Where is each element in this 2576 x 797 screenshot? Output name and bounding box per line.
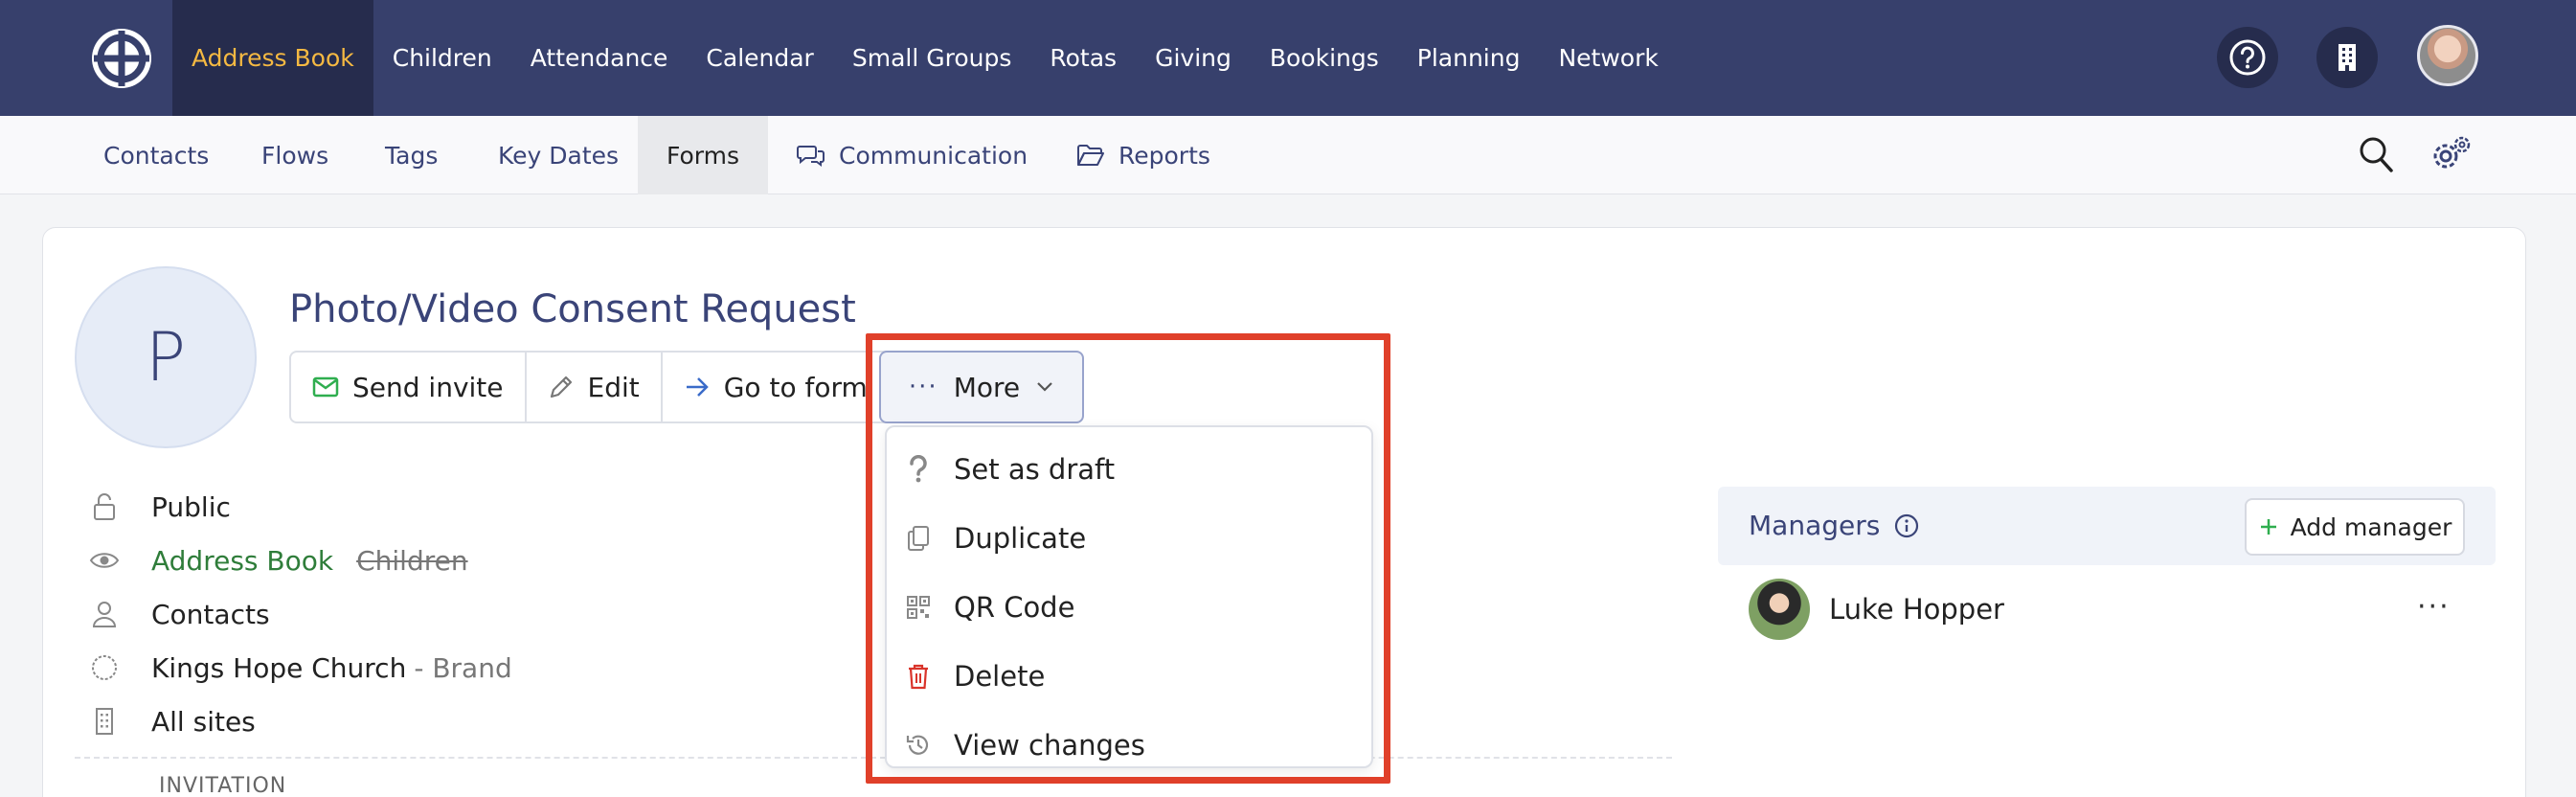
folder-icon [1077,145,1104,166]
go-to-form-button[interactable]: Go to form [663,353,889,421]
manager-more-icon[interactable]: ··· [2417,590,2451,624]
brand-row: Kings Hope Church - Brand [88,651,512,684]
managers-heading-text: Managers [1749,510,1881,541]
subnav-flows[interactable]: Flows [233,116,357,194]
edit-button[interactable]: Edit [527,353,663,421]
subnav-forms[interactable]: Forms [638,116,768,194]
invitation-heading: INVITATION [159,774,287,797]
user-avatar[interactable] [2417,25,2478,86]
send-invite-button[interactable]: Send invite [291,353,527,421]
envelope-icon [312,376,339,398]
help-icon [2229,39,2266,76]
plus-icon [2260,519,2276,535]
subnav-key-dates[interactable]: Key Dates [469,116,647,194]
add-manager-label: Add manager [2290,512,2452,541]
subnav-communication-label: Communication [839,141,1028,170]
subnav-contacts[interactable]: Contacts [75,116,237,194]
nav-bookings[interactable]: Bookings [1251,0,1398,116]
subnav-reports-label: Reports [1119,141,1210,170]
add-manager-button[interactable]: Add manager [2245,498,2465,556]
subnav-communication[interactable]: Communication [768,116,1056,194]
audience-row: Contacts [88,598,270,630]
top-navigation: Address Book Children Attendance Calenda… [0,0,2576,116]
subnav-reports[interactable]: Reports [1048,116,1239,194]
organisation-button[interactable] [2316,27,2378,88]
visibility-row: Public [88,490,231,523]
sites-value: All sites [151,705,256,738]
go-to-form-label: Go to form [723,371,868,403]
unlock-icon [94,493,115,520]
nav-small-groups[interactable]: Small Groups [833,0,1031,116]
page-title: Photo/Video Consent Request [289,287,856,331]
person-icon [92,602,117,627]
building-icon [2339,44,2356,71]
brand-name: Kings Hope Church [151,651,407,684]
subnav-tags[interactable]: Tags [356,116,466,194]
modules-row: Address Book Children [88,544,468,577]
nav-planning[interactable]: Planning [1398,0,1540,116]
brand-suffix: - Brand [414,651,512,684]
building-icon [96,708,113,735]
module-children: Children [356,544,468,577]
module-address-book: Address Book [151,544,334,577]
app-logo-icon[interactable] [90,27,153,90]
arrow-right-icon [686,377,709,397]
send-invite-label: Send invite [352,371,504,403]
edit-label: Edit [587,371,640,403]
highlight-box [866,333,1390,784]
form-avatar: P [75,266,257,448]
pencil-icon [550,376,572,398]
help-button[interactable] [2217,27,2278,88]
chat-bubbles-icon [797,146,825,167]
brand-badge-icon [92,655,117,680]
search-icon[interactable] [2358,135,2394,173]
manager-avatar [1749,579,1810,640]
nav-giving[interactable]: Giving [1136,0,1251,116]
nav-attendance[interactable]: Attendance [511,0,688,116]
nav-network[interactable]: Network [1539,0,1677,116]
manager-list-item[interactable]: Luke Hopper [1749,579,2004,640]
settings-gears-icon[interactable] [2430,135,2473,173]
info-icon[interactable] [1893,512,1920,539]
visibility-value: Public [151,490,231,523]
nav-address-book[interactable]: Address Book [172,0,373,116]
nav-children[interactable]: Children [373,0,511,116]
nav-calendar[interactable]: Calendar [687,0,832,116]
manager-name: Luke Hopper [1829,593,2004,626]
eye-icon [89,553,120,568]
action-button-group: Send invite Edit Go to form [289,351,891,423]
nav-rotas[interactable]: Rotas [1030,0,1136,116]
sites-row: All sites [88,705,256,738]
managers-heading: Managers [1749,510,1920,541]
sub-navigation: Contacts Flows Tags Key Dates Forms Comm… [0,116,2576,194]
audience-value: Contacts [151,598,270,630]
